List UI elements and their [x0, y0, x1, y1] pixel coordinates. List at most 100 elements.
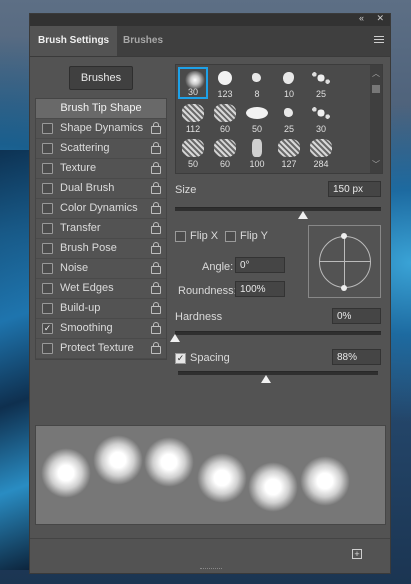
preset-scrollbar[interactable]: ︿ ﹀ [370, 65, 382, 173]
brush-preset[interactable]: 127 [274, 137, 304, 169]
brush-preset[interactable]: 8 [242, 67, 272, 99]
brush-option-item[interactable]: Shape Dynamics [36, 119, 166, 139]
roundness-handle-bottom[interactable] [341, 285, 347, 291]
brush-tip-icon [214, 104, 236, 122]
brush-preset[interactable]: 25 [306, 67, 336, 99]
lock-icon[interactable] [151, 142, 161, 154]
brush-size-label: 100 [249, 159, 265, 169]
brush-preset[interactable]: 30 [306, 102, 336, 134]
brush-preset[interactable]: 25 [274, 102, 304, 134]
brush-option-item[interactable]: Protect Texture [36, 339, 166, 359]
option-checkbox[interactable] [42, 283, 53, 294]
angle-field[interactable]: 0° [235, 257, 285, 273]
brush-option-item[interactable]: Brush Tip Shape [36, 99, 166, 119]
lock-icon[interactable] [151, 202, 161, 214]
collapse-icon[interactable]: « [359, 13, 364, 23]
roundness-field[interactable]: 100% [235, 281, 285, 297]
option-checkbox[interactable] [42, 303, 53, 314]
new-brush-icon[interactable]: + [352, 549, 362, 559]
lock-icon[interactable] [151, 342, 161, 354]
brush-tip-icon [252, 73, 261, 82]
brush-preset[interactable]: 284 [306, 137, 336, 169]
hardness-slider-track[interactable] [175, 331, 381, 335]
brush-preset[interactable]: 10 [274, 67, 304, 99]
brush-option-item[interactable]: Noise [36, 259, 166, 279]
spacing-checkbox[interactable]: ✓ [175, 353, 186, 364]
brush-preset[interactable]: 123 [210, 67, 240, 99]
chevron-down-icon[interactable]: ﹀ [372, 159, 380, 170]
tab-brush-settings[interactable]: Brush Settings [30, 26, 118, 56]
lock-icon[interactable] [151, 322, 161, 334]
tab-brushes[interactable]: Brushes [115, 26, 171, 56]
panel-tabs: Brush Settings Brushes [30, 26, 390, 57]
hardness-slider-thumb[interactable] [170, 334, 180, 342]
lock-icon[interactable] [151, 222, 161, 234]
lock-icon[interactable] [151, 302, 161, 314]
angle-axis-horizontal [319, 261, 371, 262]
brush-size-label: 25 [315, 89, 326, 99]
option-checkbox[interactable] [42, 263, 53, 274]
option-checkbox[interactable] [42, 163, 53, 174]
brush-option-item[interactable]: ✓ Smoothing [36, 319, 166, 339]
lock-icon[interactable] [151, 282, 161, 294]
option-checkbox[interactable] [42, 143, 53, 154]
lock-icon[interactable] [151, 162, 161, 174]
brush-preset[interactable]: 60 [210, 102, 240, 134]
scrollbar-thumb[interactable] [372, 85, 380, 93]
brush-preset[interactable]: 60 [210, 137, 240, 169]
hamburger-menu-icon[interactable] [374, 36, 384, 45]
resize-grip[interactable] [200, 568, 222, 571]
brush-preset[interactable]: 50 [242, 102, 272, 134]
brush-option-item[interactable]: Dual Brush [36, 179, 166, 199]
panel-title-bar[interactable]: « ✕ [30, 13, 390, 26]
stroke-dab [144, 437, 194, 487]
size-slider-thumb[interactable] [297, 211, 308, 219]
brush-tip-icon [252, 139, 262, 157]
spacing-slider-track[interactable] [178, 371, 378, 375]
brush-preset[interactable]: 100 [242, 137, 272, 169]
size-slider-track[interactable] [175, 207, 381, 211]
brush-option-item[interactable]: Texture [36, 159, 166, 179]
flip-x-label: Flip X [190, 230, 219, 242]
flip-y-checkbox[interactable] [225, 231, 236, 242]
option-checkbox[interactable] [42, 183, 53, 194]
brushes-button[interactable]: Brushes [69, 66, 133, 90]
roundness-handle-top[interactable] [341, 233, 347, 239]
brush-option-item[interactable]: Color Dynamics [36, 199, 166, 219]
angle-axis-vertical [344, 236, 345, 288]
brush-preset[interactable]: 112 [178, 102, 208, 134]
chevron-up-icon[interactable]: ︿ [372, 68, 380, 79]
option-label: Wet Edges [60, 282, 114, 294]
brush-option-item[interactable]: Brush Pose [36, 239, 166, 259]
brush-option-item[interactable]: Scattering [36, 139, 166, 159]
option-checkbox[interactable] [42, 223, 53, 234]
brush-preset[interactable]: 50 [178, 137, 208, 169]
size-field[interactable]: 150 px [328, 181, 381, 197]
brush-option-item[interactable]: Wet Edges [36, 279, 166, 299]
flip-x-checkbox[interactable] [175, 231, 186, 242]
option-label: Protect Texture [60, 342, 134, 354]
brush-stroke-preview [35, 425, 386, 525]
option-checkbox[interactable] [42, 123, 53, 134]
brush-preset[interactable]: 30 [178, 67, 208, 99]
brush-preset-grid: ︿ ﹀ 30 123 8 10 25 112 60 50 25 30 50 60 100 127 284 [175, 64, 383, 174]
option-checkbox[interactable] [42, 343, 53, 354]
lock-icon[interactable] [151, 122, 161, 134]
lock-icon[interactable] [151, 262, 161, 274]
close-icon[interactable]: ✕ [376, 13, 384, 24]
brush-option-item[interactable]: Build-up [36, 299, 166, 319]
lock-icon[interactable] [151, 242, 161, 254]
option-label: Scattering [60, 142, 110, 154]
lock-icon[interactable] [151, 182, 161, 194]
spacing-slider-thumb[interactable] [261, 375, 271, 383]
option-checkbox[interactable] [42, 203, 53, 214]
brush-tip-icon [214, 139, 236, 157]
hardness-field[interactable]: 0% [332, 308, 381, 324]
brush-tip-icon [246, 107, 268, 119]
spacing-field[interactable]: 88% [332, 349, 381, 365]
brush-option-item[interactable]: Transfer [36, 219, 166, 239]
flip-y-label: Flip Y [240, 230, 268, 242]
option-checkbox[interactable] [42, 243, 53, 254]
option-checkbox[interactable]: ✓ [42, 323, 53, 334]
brush-angle-preview[interactable] [308, 225, 381, 298]
